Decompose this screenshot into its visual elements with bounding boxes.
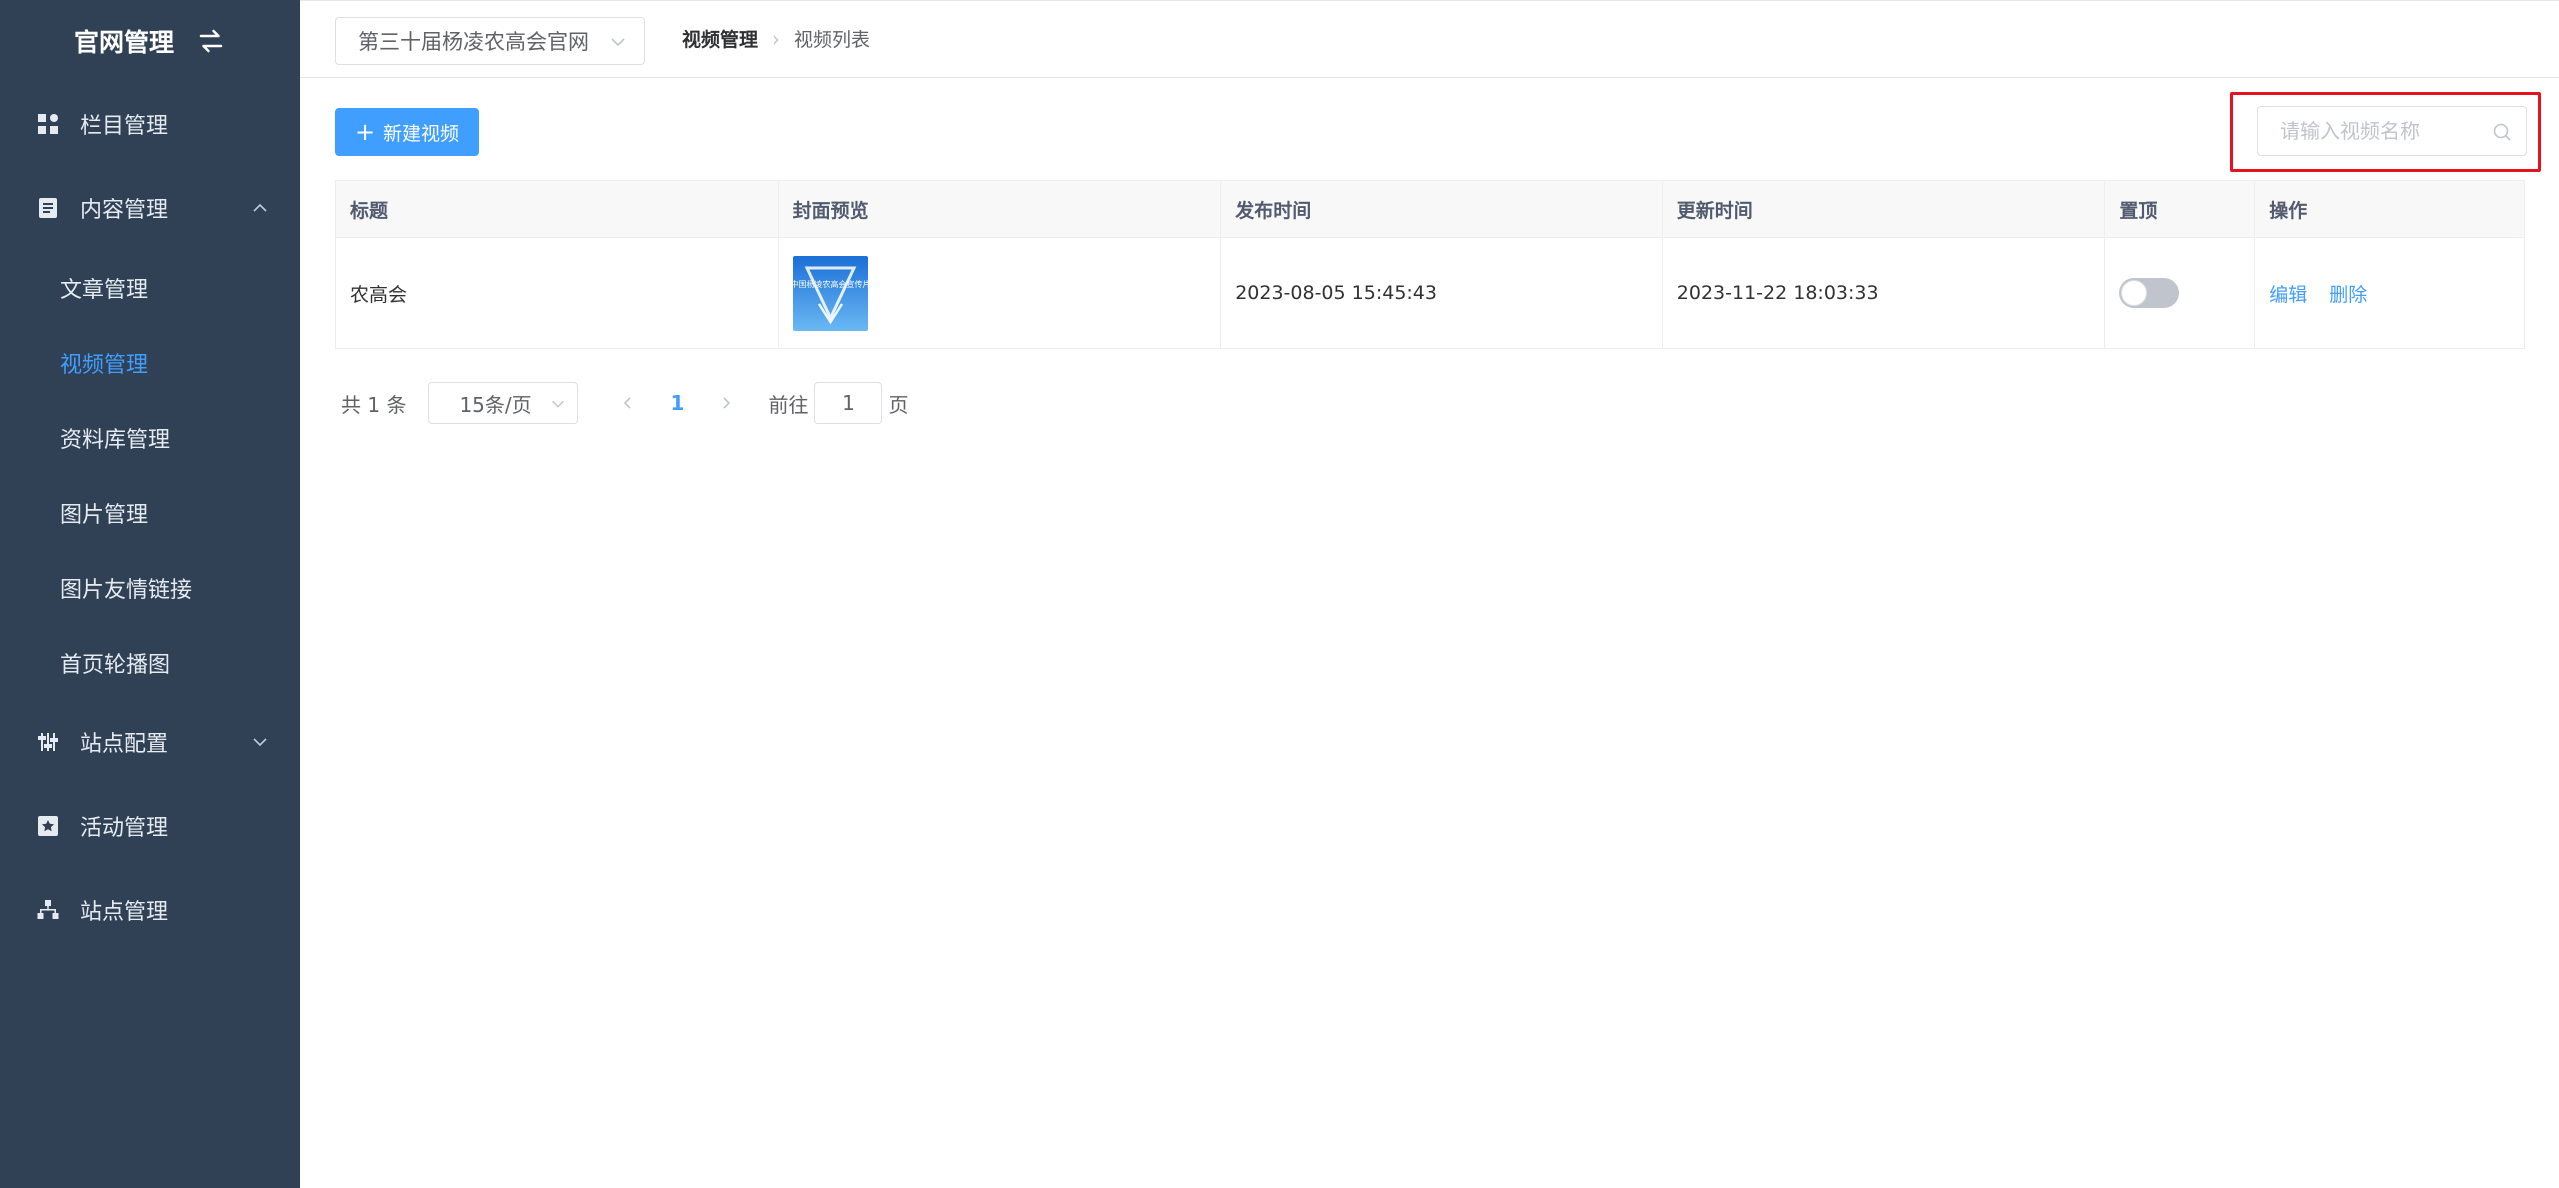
menu-label: 站点配置: [80, 732, 169, 757]
breadcrumb-separator-icon: ›: [772, 26, 781, 51]
menu-label: 内容管理: [80, 198, 169, 223]
star-box-icon: [36, 814, 60, 838]
plus-icon: +: [354, 118, 376, 146]
goto-page: 前往 页: [768, 382, 908, 424]
new-video-button[interactable]: + 新建视频: [335, 108, 479, 156]
goto-page-input[interactable]: [814, 382, 883, 424]
submenu-label: 图片管理: [60, 502, 149, 528]
table-row: 农高会 中国杨凌农高会宣传片 2023-08-05 15:45:43 2023-…: [336, 238, 2524, 348]
document-icon: [36, 196, 60, 220]
page-number-current[interactable]: 1: [648, 382, 706, 424]
sidebar: 官网管理 栏目管理 内容管理 文章管理 视频管理 资料库管理 图片管理 图片友情…: [0, 0, 300, 1188]
chevron-down-icon: [611, 38, 625, 47]
next-page-button[interactable]: [706, 382, 746, 424]
menu-item-column-management[interactable]: 栏目管理: [0, 82, 300, 166]
chevron-down-icon: [253, 738, 267, 747]
breadcrumb: 视频管理 › 视频列表: [682, 25, 870, 52]
grid-icon: [36, 112, 60, 136]
menu-label: 栏目管理: [80, 114, 169, 139]
menu-item-site-config[interactable]: 站点配置: [0, 700, 300, 784]
submenu-item-article[interactable]: 文章管理: [0, 250, 300, 325]
table-body: 农高会 中国杨凌农高会宣传片 2023-08-05 15:45:43 2023-…: [336, 238, 2524, 348]
cell-title: 农高会: [336, 238, 779, 348]
cover-title-text: 中国杨凌农高会宣传片: [793, 279, 868, 289]
breadcrumb-item-video-management[interactable]: 视频管理: [682, 25, 758, 52]
prev-page-button[interactable]: [608, 382, 648, 424]
table-header: 标题 封面预览 发布时间 更新时间 置顶 操作: [336, 181, 2524, 238]
delete-link[interactable]: 删除: [2329, 280, 2367, 307]
pinned-toggle[interactable]: [2119, 278, 2180, 308]
menu-item-activity[interactable]: 活动管理: [0, 784, 300, 868]
search-icon[interactable]: [2492, 122, 2512, 142]
video-table: 标题 封面预览 发布时间 更新时间 置顶 操作 农高会 中国杨凌农高会宣传片 2…: [335, 180, 2525, 349]
submenu-item-video[interactable]: 视频管理: [0, 325, 300, 400]
submenu-item-image-links[interactable]: 图片友情链接: [0, 550, 300, 625]
submenu-item-carousel[interactable]: 首页轮播图: [0, 625, 300, 700]
column-header-publish-time: 发布时间: [1221, 181, 1663, 237]
chevron-down-icon: [552, 400, 565, 408]
cell-cover: 中国杨凌农高会宣传片: [779, 238, 1222, 348]
cell-actions: 编辑 删除: [2255, 238, 2524, 348]
site-select-value: 第三十届杨凌农高会官网: [358, 30, 589, 54]
menu-label: 站点管理: [80, 900, 169, 925]
page-size-value: 15条/页: [459, 392, 532, 417]
sitemap-icon: [36, 898, 60, 922]
topbar: 第三十届杨凌农高会官网 视频管理 › 视频列表: [300, 0, 2559, 78]
submenu-label: 资料库管理: [60, 427, 171, 453]
new-video-label: 新建视频: [383, 122, 460, 145]
edit-link[interactable]: 编辑: [2269, 280, 2307, 307]
pagination: 共 1 条 15条/页 1 前往 页: [341, 382, 908, 424]
column-header-title: 标题: [336, 181, 779, 237]
submenu-label: 图片友情链接: [60, 577, 193, 603]
chevron-left-icon: [624, 397, 632, 409]
goto-prefix: 前往: [768, 392, 809, 417]
menu-item-content-management[interactable]: 内容管理: [0, 166, 300, 250]
menu-label: 活动管理: [80, 816, 169, 841]
submenu-label: 视频管理: [60, 352, 149, 378]
cell-pinned: [2105, 238, 2256, 348]
sidebar-title: 官网管理: [73, 28, 174, 57]
goto-suffix: 页: [888, 392, 909, 417]
cover-thumbnail[interactable]: 中国杨凌农高会宣传片: [792, 255, 868, 331]
chevron-up-icon: [253, 203, 267, 212]
cell-update-time: 2023-11-22 18:03:33: [1663, 238, 2106, 348]
cell-publish-time: 2023-08-05 15:45:43: [1221, 238, 1663, 348]
submenu-item-images[interactable]: 图片管理: [0, 475, 300, 550]
search-input[interactable]: [2258, 107, 2478, 155]
site-select[interactable]: 第三十届杨凌农高会官网: [335, 17, 645, 65]
column-header-actions: 操作: [2269, 199, 2308, 222]
swap-icon[interactable]: [196, 26, 226, 56]
toggle-knob: [2121, 280, 2148, 306]
chevron-right-icon: [723, 397, 731, 409]
column-header-cover: 封面预览: [779, 181, 1222, 237]
submenu-item-library[interactable]: 资料库管理: [0, 400, 300, 475]
sidebar-header: 官网管理: [0, 0, 300, 82]
column-header-pinned: 置顶: [2105, 181, 2256, 237]
pagination-total: 共 1 条: [341, 392, 407, 417]
column-header-update-time: 更新时间: [1663, 181, 2106, 237]
menu-item-site-management[interactable]: 站点管理: [0, 868, 300, 952]
submenu-label: 首页轮播图: [60, 652, 171, 678]
breadcrumb-item-video-list: 视频列表: [794, 29, 871, 51]
sliders-icon: [36, 730, 60, 754]
page-size-select[interactable]: 15条/页: [428, 382, 579, 424]
search-box: [2257, 106, 2527, 156]
submenu-label: 文章管理: [60, 277, 149, 303]
